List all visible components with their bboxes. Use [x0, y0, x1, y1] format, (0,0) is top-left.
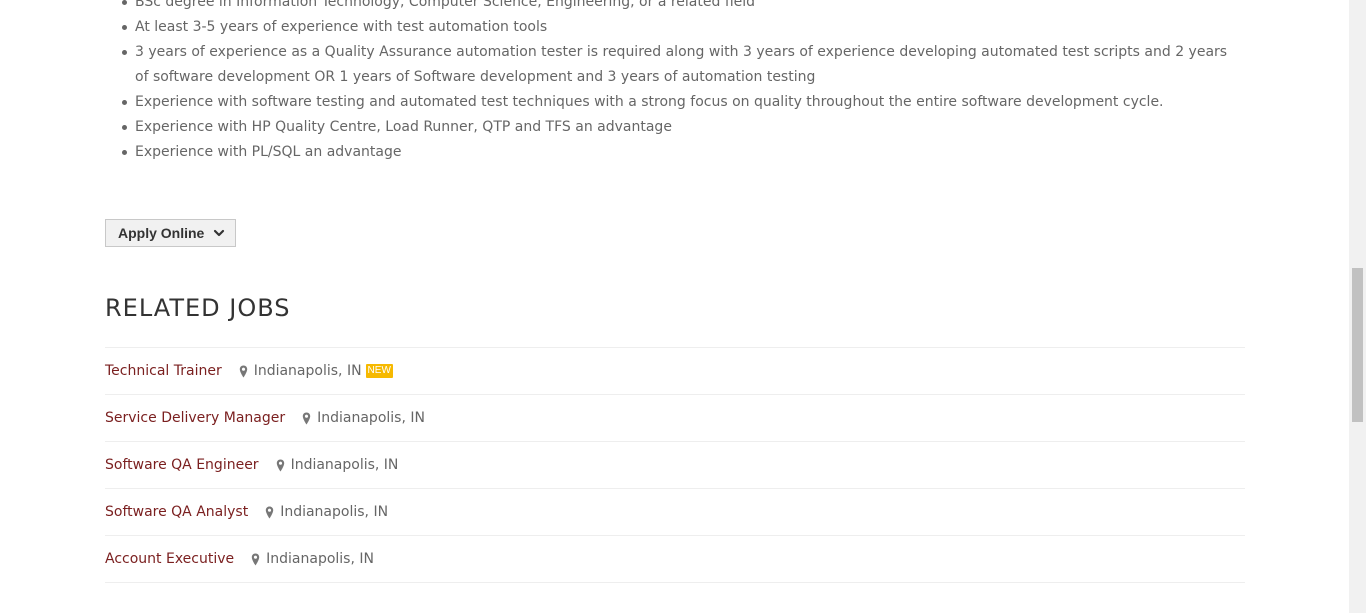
- vertical-scrollbar[interactable]: [1349, 0, 1366, 613]
- job-requirements: BSc degree in Information Technology, Co…: [105, 0, 1245, 165]
- map-pin-icon: [266, 506, 274, 518]
- apply-online-label: Apply Online: [118, 225, 205, 241]
- related-job-row: Software QA Engineer Indianapolis, IN: [105, 441, 1245, 488]
- job-location: Indianapolis, IN: [280, 504, 389, 520]
- related-job-row: Software QA Analyst Indianapolis, IN: [105, 488, 1245, 535]
- job-link-software-qa-analyst[interactable]: Software QA Analyst: [105, 504, 248, 520]
- job-location: Indianapolis, IN: [317, 410, 425, 426]
- job-location: Indianapolis, IN: [253, 363, 362, 379]
- requirement-item: Experience with PL/SQL an advantage: [105, 140, 1245, 165]
- job-link-technical-trainer[interactable]: Technical Trainer: [105, 363, 222, 379]
- requirement-item: BSc degree in Information Technology, Co…: [105, 0, 1245, 15]
- requirement-item: At least 3-5 years of experience with te…: [105, 15, 1245, 40]
- job-link-service-delivery-manager[interactable]: Service Delivery Manager: [105, 410, 285, 426]
- map-pin-icon: [239, 365, 247, 377]
- requirements-list: BSc degree in Information Technology, Co…: [105, 0, 1245, 165]
- related-jobs-list: Technical Trainer Indianapolis, IN NEW S…: [105, 347, 1245, 583]
- new-badge: NEW: [365, 364, 393, 378]
- job-link-software-qa-engineer[interactable]: Software QA Engineer: [105, 457, 259, 473]
- job-location: Indianapolis, IN: [266, 551, 374, 567]
- scrollbar-thumb[interactable]: [1352, 268, 1363, 422]
- related-job-row: Account Executive Indianapolis, IN: [105, 535, 1245, 583]
- related-job-row: Technical Trainer Indianapolis, IN NEW: [105, 347, 1245, 394]
- map-pin-icon: [251, 553, 260, 565]
- related-jobs-heading: RELATED JOBS: [105, 294, 291, 322]
- apply-online-button[interactable]: Apply Online: [105, 219, 236, 247]
- related-job-row: Service Delivery Manager Indianapolis, I…: [105, 394, 1245, 441]
- chevron-down-icon: [214, 229, 225, 237]
- requirement-item: Experience with software testing and aut…: [105, 90, 1245, 115]
- requirement-item: 3 years of experience as a Quality Assur…: [105, 40, 1245, 90]
- job-location: Indianapolis, IN: [290, 457, 399, 473]
- requirement-item: Experience with HP Quality Centre, Load …: [105, 115, 1245, 140]
- map-pin-icon: [302, 412, 311, 424]
- map-pin-icon: [276, 459, 284, 471]
- job-link-account-executive[interactable]: Account Executive: [105, 551, 234, 567]
